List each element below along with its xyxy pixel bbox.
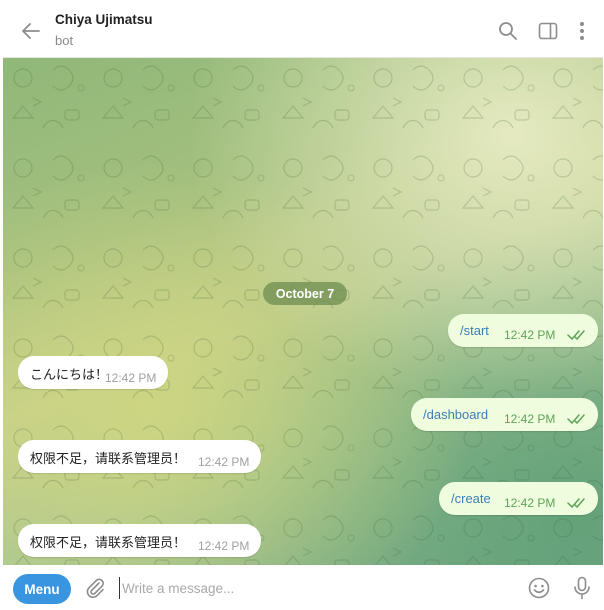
back-button[interactable]: [17, 18, 45, 44]
search-button[interactable]: [497, 20, 519, 42]
date-separator: October 7: [263, 282, 347, 305]
message-text[interactable]: /start: [460, 323, 489, 338]
search-icon: [499, 22, 517, 40]
attach-icon: [86, 578, 104, 599]
voice-button[interactable]: [570, 576, 594, 600]
more-button[interactable]: [571, 20, 593, 42]
attach-button[interactable]: [83, 576, 107, 600]
message-text[interactable]: /create: [451, 491, 491, 506]
emoji-icon: [528, 577, 550, 599]
message-text[interactable]: 权限不足，请联系管理员！: [30, 532, 186, 551]
message-time: 12:42 PM: [504, 328, 556, 342]
chat-messages-area[interactable]: October 7 /start 12:42 PM こんにちは！ 12:42 P…: [3, 58, 603, 565]
read-ticks-icon: [567, 498, 585, 509]
message-time: 12:42 PM: [198, 539, 250, 553]
chat-subtitle: bot: [55, 33, 74, 48]
message-time: 12:42 PM: [504, 496, 556, 510]
message-bubble-incoming[interactable]: 权限不足，请联系管理员！ 12:42 PM: [18, 440, 261, 473]
chat-header: Chiya Ujimatsu bot: [3, 3, 603, 58]
message-text[interactable]: /dashboard: [423, 407, 488, 422]
message-input[interactable]: [119, 577, 522, 599]
message-bubble-incoming[interactable]: 权限不足，请联系管理员！ 12:42 PM: [18, 524, 261, 557]
microphone-icon: [574, 576, 590, 600]
message-composer: Menu: [3, 565, 603, 608]
message-bubble-outgoing[interactable]: /create 12:42 PM: [439, 482, 598, 515]
chat-window: Chiya Ujimatsu bot October 7 /start 12:4…: [3, 3, 603, 608]
message-time: 12:42 PM: [198, 455, 250, 469]
emoji-button[interactable]: [527, 576, 551, 600]
back-arrow-icon: [22, 23, 40, 39]
read-ticks-icon: [567, 414, 585, 425]
message-bubble-incoming[interactable]: こんにちは！ 12:42 PM: [18, 356, 168, 389]
message-time: 12:42 PM: [105, 371, 157, 385]
message-bubble-outgoing[interactable]: /dashboard 12:42 PM: [411, 398, 598, 431]
sidebar-toggle-button[interactable]: [537, 20, 559, 42]
message-time: 12:42 PM: [504, 412, 556, 426]
read-ticks-icon: [567, 330, 585, 341]
message-text[interactable]: こんにちは！: [30, 364, 108, 383]
sidebar-toggle-icon: [538, 22, 558, 40]
more-vertical-icon: [580, 22, 584, 40]
bot-menu-button[interactable]: Menu: [13, 574, 71, 604]
message-bubble-outgoing[interactable]: /start 12:42 PM: [448, 314, 598, 347]
message-text[interactable]: 权限不足，请联系管理员！: [30, 448, 186, 467]
chat-title[interactable]: Chiya Ujimatsu: [55, 12, 153, 27]
